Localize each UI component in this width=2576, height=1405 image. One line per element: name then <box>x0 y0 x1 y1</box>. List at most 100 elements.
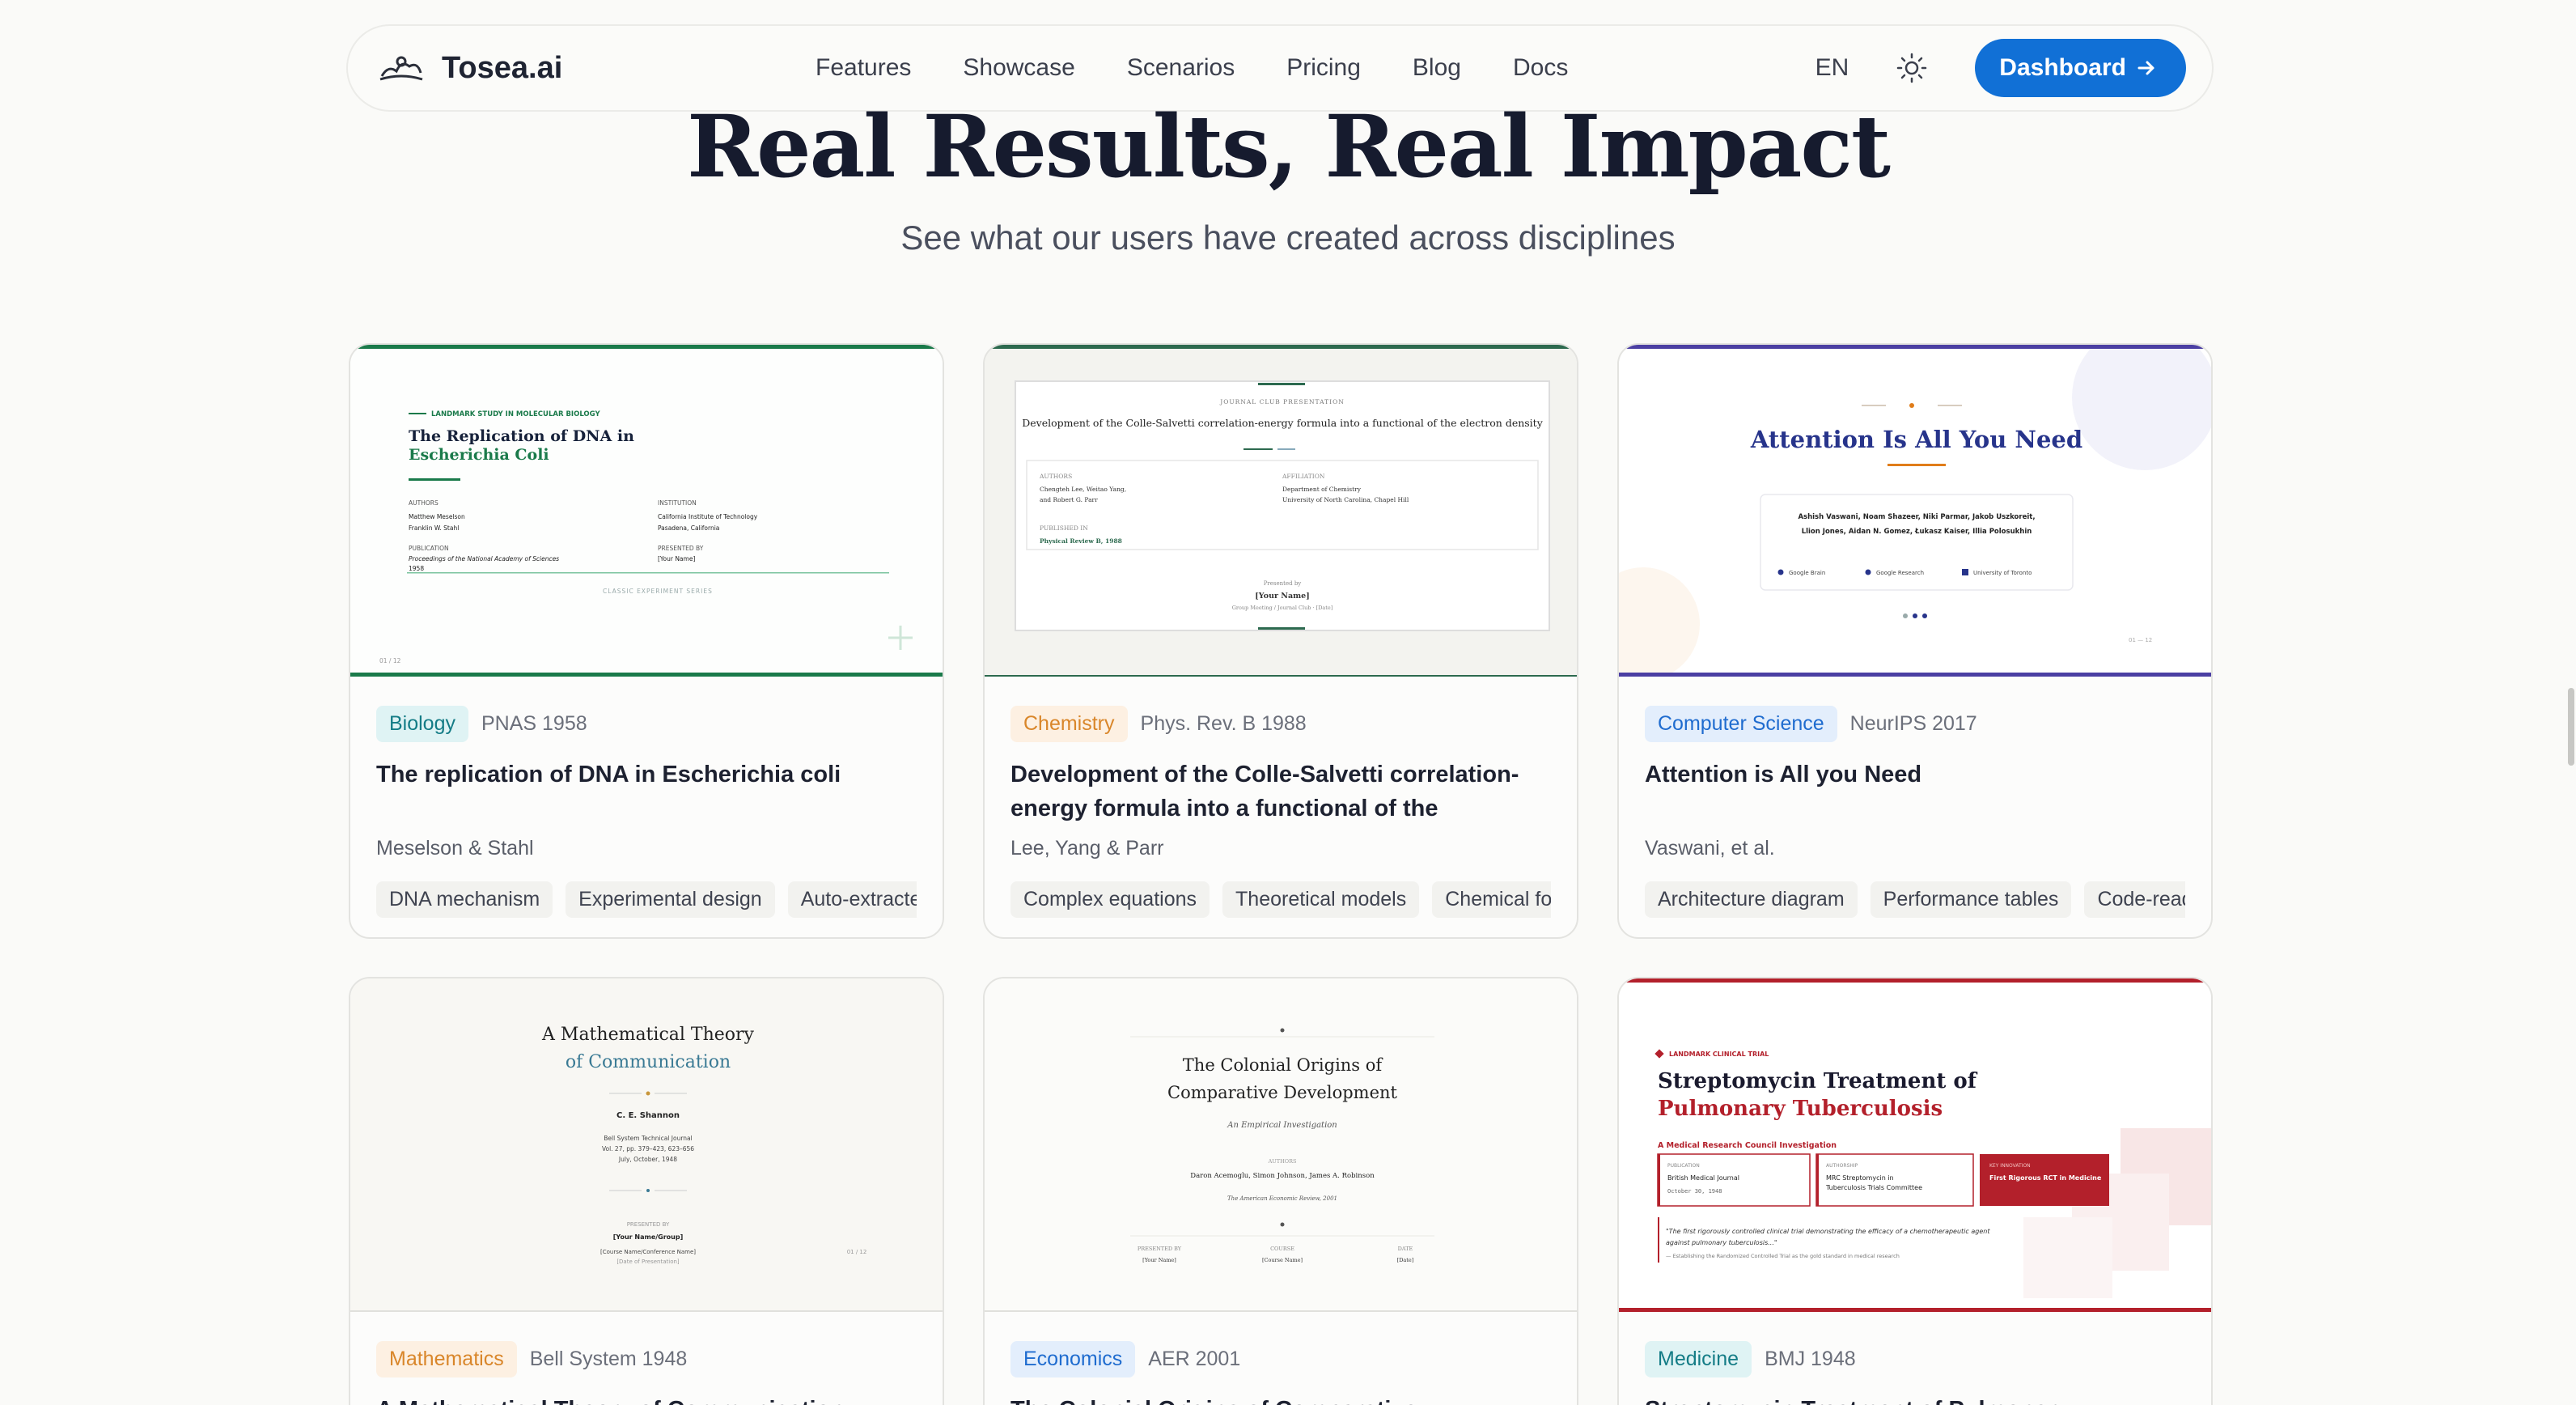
svg-text:Proceedings of the National Ac: Proceedings of the National Academy of S… <box>409 555 559 562</box>
nav-item-pricing[interactable]: Pricing <box>1286 54 1361 82</box>
svg-text:Tuberculosis Trials Committee: Tuberculosis Trials Committee <box>1825 1184 1922 1191</box>
tag-list: Complex equations Theoretical models Che… <box>1010 881 1551 918</box>
svg-text:[Your Name]: [Your Name] <box>1142 1257 1176 1263</box>
category-badge: Biology <box>376 705 468 742</box>
svg-text:[Course Name/Conference Name]: [Course Name/Conference Name] <box>600 1249 696 1255</box>
showcase-card-mathematics[interactable]: A Mathematical Theory of Communication C… <box>349 977 944 1405</box>
page-title: Real Results, Real Impact <box>687 96 1891 197</box>
sun-icon[interactable] <box>1896 52 1928 84</box>
logo-text: Tosea.ai <box>442 50 563 85</box>
svg-text:California Institute of Techno: California Institute of Technology <box>658 513 758 520</box>
showcase-card-biology[interactable]: LANDMARK STUDY IN MOLECULAR BIOLOGY The … <box>349 343 944 939</box>
logo[interactable]: Tosea.ai <box>377 49 562 87</box>
svg-text:against pulmonary tuberculosis: against pulmonary tuberculosis..." <box>1666 1239 1777 1246</box>
category-badge: Chemistry <box>1010 705 1128 742</box>
card-title[interactable]: Attention is All you Need <box>1645 758 2185 826</box>
svg-text:Ashish Vaswani, Noam Shazeer,: Ashish Vaswani, Noam Shazeer, Niki Parma… <box>1798 513 2035 521</box>
slide-thumbnail: Attention Is All You Need Ashish Vaswani… <box>1619 345 2211 677</box>
svg-text:Physical Review B, 1988: Physical Review B, 1988 <box>1040 537 1122 545</box>
nav-item-features[interactable]: Features <box>816 54 911 82</box>
svg-text:Google Brain: Google Brain <box>1789 570 1825 576</box>
svg-text:Bell System Technical Journal: Bell System Technical Journal <box>604 1135 692 1142</box>
svg-text:Group Meeting / Journal Club ·: Group Meeting / Journal Club · [Date] <box>1232 605 1333 611</box>
svg-text:01 / 12: 01 / 12 <box>847 1249 867 1255</box>
slide-thumbnail: LANDMARK CLINICAL TRIAL Streptomycin Tre… <box>1619 978 2211 1312</box>
language-selector[interactable]: EN <box>1815 54 1849 82</box>
svg-text:Presented by: Presented by <box>1264 580 1302 587</box>
svg-text:"The first rigorously controll: "The first rigorously controlled clinica… <box>1666 1228 1990 1235</box>
card-title[interactable]: Streptomycin Treatment of Pulmonary Tube… <box>1645 1393 2185 1405</box>
svg-text:— Establishing the Randomized: — Establishing the Randomized Controlled… <box>1666 1253 1900 1259</box>
svg-text:Department of Chemistry: Department of Chemistry <box>1282 486 1362 493</box>
showcase-card-economics[interactable]: The Colonial Origins of Comparative Deve… <box>983 977 1578 1405</box>
nav-menu: Features Showcase Scenarios Pricing Blog… <box>816 54 1620 82</box>
svg-text:[Course Name]: [Course Name] <box>1262 1257 1303 1263</box>
nav-item-showcase[interactable]: Showcase <box>963 54 1074 82</box>
dashboard-label: Dashboard <box>1999 54 2126 81</box>
thumb-title: Attention Is All You Need <box>1750 426 2082 453</box>
thumb-kicker: LANDMARK STUDY IN MOLECULAR BIOLOGY <box>431 410 600 418</box>
thumb-title-2: Escherichia Coli <box>409 446 549 464</box>
showcase-card-computer-science[interactable]: Attention Is All You Need Ashish Vaswani… <box>1617 343 2213 939</box>
svg-text:AUTHORSHIP: AUTHORSHIP <box>1826 1163 1858 1169</box>
tag-list: DNA mechanism Experimental design Auto-e… <box>376 881 917 918</box>
svg-text:Matthew Meselson: Matthew Meselson <box>409 513 465 520</box>
tag: Auto-extracted <box>787 881 917 918</box>
nav-item-docs[interactable]: Docs <box>1513 54 1568 82</box>
svg-text:Comparative Development: Comparative Development <box>1167 1083 1397 1102</box>
showcase-card-chemistry[interactable]: JOURNAL CLUB PRESENTATION Development of… <box>983 343 1578 939</box>
svg-text:C. E. Shannon: C. E. Shannon <box>616 1111 680 1120</box>
svg-text:PUBLICATION: PUBLICATION <box>409 545 449 552</box>
nav-item-blog[interactable]: Blog <box>1413 54 1461 82</box>
category-badge: Mathematics <box>376 1340 517 1377</box>
svg-text:[Your Name]: [Your Name] <box>658 555 695 562</box>
category-badge: Computer Science <box>1645 705 1837 742</box>
card-title[interactable]: A Mathematical Theory of Communication <box>376 1393 917 1405</box>
dashboard-button[interactable]: Dashboard <box>1975 39 2186 97</box>
slide-thumbnail: LANDMARK STUDY IN MOLECULAR BIOLOGY The … <box>350 345 943 677</box>
card-authors: Lee, Yang & Parr <box>1010 837 1164 860</box>
card-title[interactable]: The replication of DNA in Escherichia co… <box>376 758 917 826</box>
svg-text:AUTHORS: AUTHORS <box>1268 1158 1297 1165</box>
tag: Experimental design <box>566 881 775 918</box>
svg-text:CLASSIC EXPERIMENT SERIES: CLASSIC EXPERIMENT SERIES <box>603 588 713 595</box>
svg-text:Vol. 27, pp. 379–423, 623–656: Vol. 27, pp. 379–423, 623–656 <box>602 1145 694 1152</box>
slide-thumbnail: JOURNAL CLUB PRESENTATION Development of… <box>985 345 1577 677</box>
svg-text:A Medical Research Council Inv: A Medical Research Council Investigation <box>1658 1141 1837 1150</box>
svg-text:An Empirical Investigation: An Empirical Investigation <box>1227 1121 1337 1130</box>
slide-thumbnail: The Colonial Origins of Comparative Deve… <box>985 978 1577 1312</box>
svg-text:Streptomycin Treatment of: Streptomycin Treatment of <box>1658 1069 1978 1093</box>
svg-text:[Date of Presentation]: [Date of Presentation] <box>616 1259 680 1265</box>
svg-text:Pasadena, California: Pasadena, California <box>658 524 719 532</box>
svg-text:First Rigorous RCT in Medicine: First Rigorous RCT in Medicine <box>1989 1174 2102 1182</box>
nav-item-scenarios[interactable]: Scenarios <box>1127 54 1235 82</box>
svg-text:Development of the Colle-Salve: Development of the Colle-Salvetti correl… <box>1022 417 1543 429</box>
card-title[interactable]: Development of the Colle-Salvetti correl… <box>1010 758 1551 826</box>
svg-text:Daron Acemoglu, Simon Johnson,: Daron Acemoglu, Simon Johnson, James A. … <box>1190 1172 1375 1180</box>
svg-text:University of Toronto: University of Toronto <box>1973 570 2032 576</box>
tag: Code-ready <box>2084 881 2185 918</box>
svg-text:KEY INNOVATION: KEY INNOVATION <box>1989 1163 2031 1169</box>
card-authors: Meselson & Stahl <box>376 837 534 860</box>
venue-label: AER 2001 <box>1148 1347 1241 1370</box>
page-scrollbar[interactable] <box>2568 688 2574 766</box>
card-authors: Vaswani, et al. <box>1645 837 1775 860</box>
card-title[interactable]: The Colonial Origins of Comparative Deve… <box>1010 1393 1551 1405</box>
svg-text:PUBLISHED IN: PUBLISHED IN <box>1040 524 1088 532</box>
svg-text:PRESENTED BY: PRESENTED BY <box>658 545 704 552</box>
svg-text:COURSE: COURSE <box>1270 1246 1294 1252</box>
venue-label: Bell System 1948 <box>529 1347 688 1370</box>
svg-text:A Mathematical Theory: A Mathematical Theory <box>541 1025 754 1045</box>
svg-text:[Your Name/Group]: [Your Name/Group] <box>613 1233 684 1241</box>
tag: Performance tables <box>1870 881 2072 918</box>
svg-text:INSTITUTION: INSTITUTION <box>658 499 697 507</box>
svg-text:British Medical Journal: British Medical Journal <box>1667 1174 1739 1182</box>
svg-text:Google Research: Google Research <box>1876 570 1924 576</box>
showcase-card-medicine[interactable]: LANDMARK CLINICAL TRIAL Streptomycin Tre… <box>1617 977 2213 1405</box>
svg-text:DATE: DATE <box>1398 1246 1413 1252</box>
svg-text:1958: 1958 <box>409 565 424 572</box>
svg-text:The American Economic Review,: The American Economic Review, 2001 <box>1227 1195 1337 1202</box>
venue-label: PNAS 1958 <box>481 711 587 735</box>
svg-text:LANDMARK CLINICAL TRIAL: LANDMARK CLINICAL TRIAL <box>1669 1051 1769 1058</box>
svg-text:01 — 12: 01 — 12 <box>2129 637 2152 643</box>
